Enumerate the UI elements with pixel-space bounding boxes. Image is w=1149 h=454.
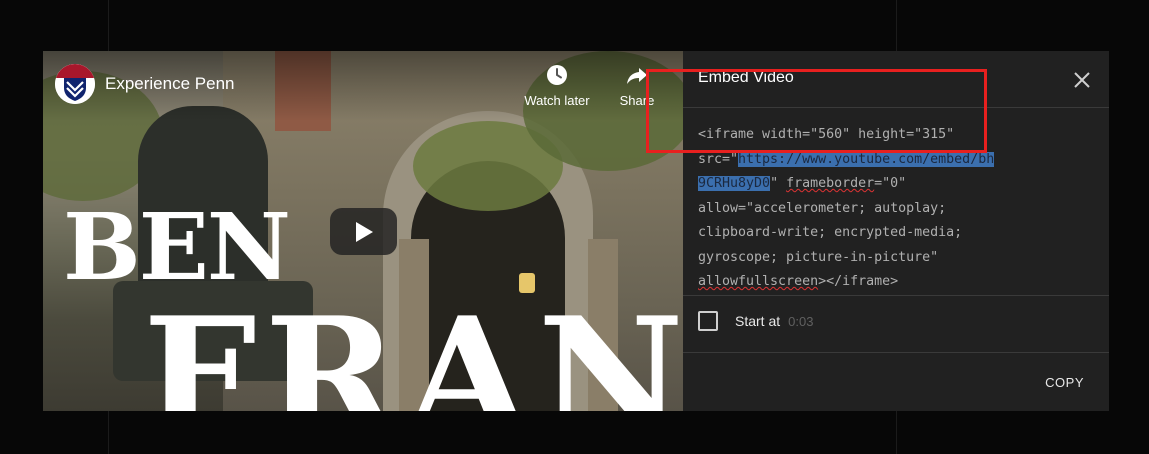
code-segment: ="0": [874, 176, 907, 191]
code-segment: src=": [698, 151, 739, 167]
code-line: <iframe width="560" height="315": [698, 123, 1018, 148]
embed-code-textarea[interactable]: <iframe width="560" height="315" src="htt…: [698, 123, 1018, 295]
code-line: src="https://www.youtube.com/embed/bh: [698, 148, 1018, 173]
code-segment: ></iframe>: [818, 274, 899, 289]
video-preview[interactable]: BEN FRAN Experience Penn Watch later Sha…: [43, 51, 683, 411]
code-segment: <iframe width="560" height="315": [698, 127, 955, 142]
code-segment: https://www.youtube.com/embed/bh: [738, 151, 995, 167]
penn-shield-icon: [55, 64, 95, 104]
channel-avatar[interactable]: [55, 64, 95, 104]
copy-button[interactable]: COPY: [1045, 375, 1084, 390]
code-segment: 9CRHu8yD0: [698, 176, 771, 191]
panel-title: Embed Video: [698, 69, 794, 86]
embed-panel: Embed Video <iframe width="560" height="…: [683, 51, 1109, 411]
divider: [683, 295, 1109, 296]
share-button[interactable]: Share: [613, 63, 661, 108]
embed-dialog: BEN FRAN Experience Penn Watch later Sha…: [43, 51, 1109, 411]
channel-title[interactable]: Experience Penn: [105, 74, 234, 94]
code-segment: clipboard-write; encrypted-media;: [698, 225, 963, 240]
share-label: Share: [619, 93, 655, 108]
start-at-checkbox[interactable]: [698, 311, 718, 331]
code-segment: allowfullscreen: [698, 274, 819, 289]
start-at-label: Start at: [735, 313, 781, 329]
code-segment: allow="accelerometer; autoplay;: [698, 200, 947, 216]
clock-icon: [547, 65, 567, 85]
code-line: 9CRHu8yD0" frameborder="0": [698, 172, 1018, 197]
overlay-text-line2: FRAN: [143, 282, 683, 411]
code-segment: frameborder: [786, 176, 875, 191]
start-at-row: Start at 0:03: [698, 311, 813, 331]
close-button[interactable]: [1071, 69, 1093, 91]
play-button[interactable]: [330, 208, 397, 255]
code-line: clipboard-write; encrypted-media;: [698, 221, 1018, 246]
code-line: gyroscope; picture-in-picture": [698, 246, 1018, 271]
panel-header: Embed Video: [683, 51, 1109, 108]
code-line: allow="accelerometer; autoplay;: [698, 197, 1018, 222]
divider: [683, 352, 1109, 353]
start-at-time-input[interactable]: 0:03: [788, 314, 813, 329]
watch-later-label: Watch later: [524, 93, 590, 108]
watch-later-button[interactable]: Watch later: [521, 63, 593, 108]
code-segment: gyroscope; picture-in-picture": [698, 249, 939, 265]
code-segment: ": [770, 176, 787, 191]
code-line: allowfullscreen></iframe>: [698, 270, 1018, 295]
overlay-text-line1: BEN: [63, 193, 291, 301]
play-icon: [355, 221, 373, 242]
close-icon: [1074, 72, 1090, 88]
share-arrow-icon: [627, 68, 647, 84]
